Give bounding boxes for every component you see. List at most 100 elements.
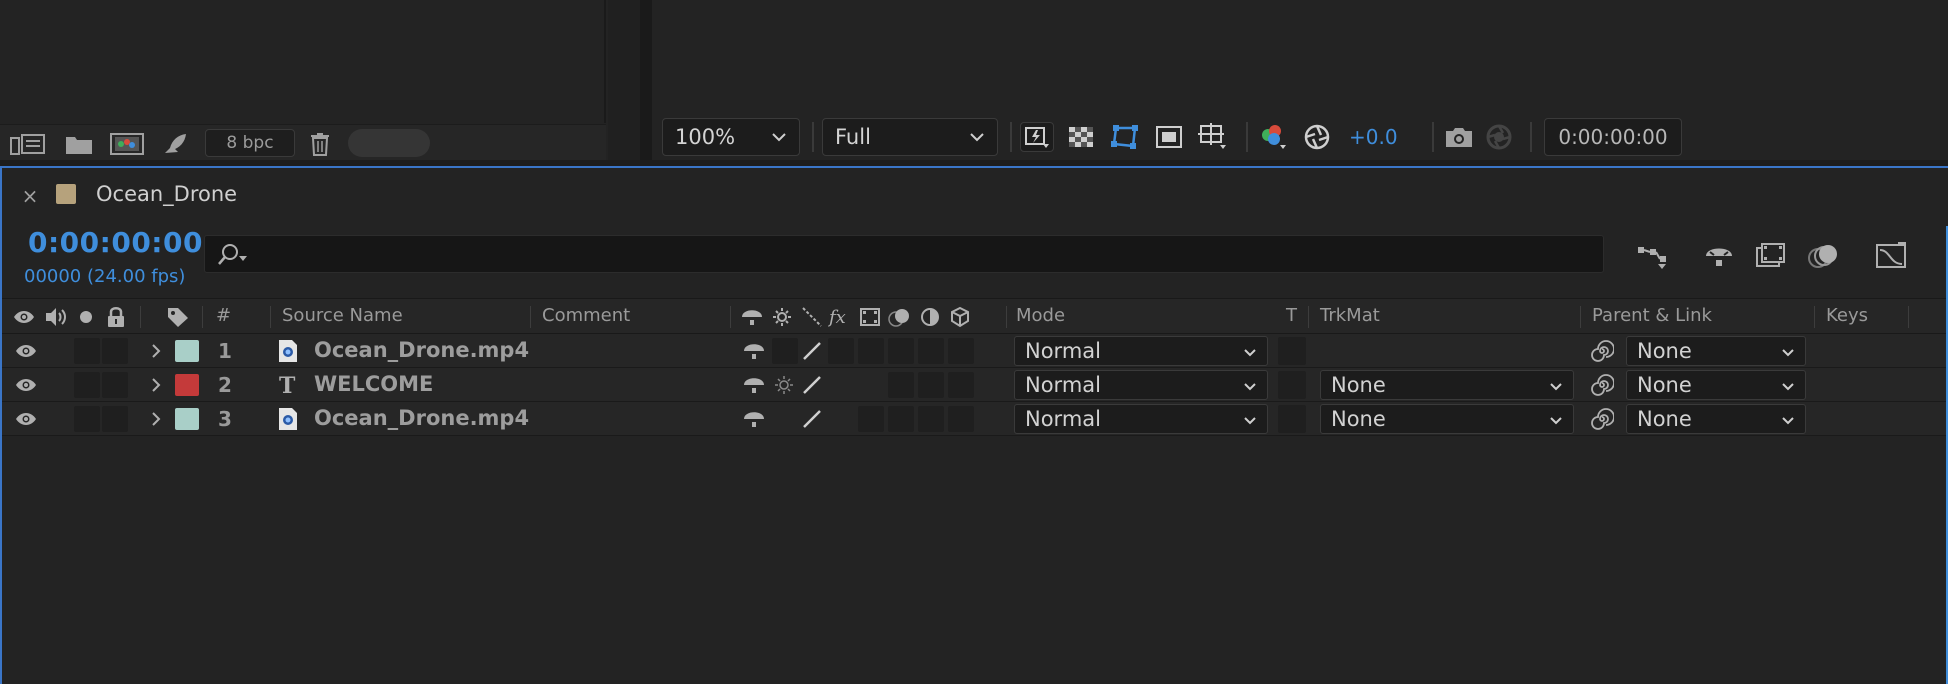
- bit-depth-button[interactable]: 8 bpc: [205, 129, 295, 157]
- video-eye-icon[interactable]: [12, 305, 36, 329]
- solo-toggle[interactable]: [74, 372, 100, 398]
- solo-dot-icon[interactable]: [74, 305, 98, 329]
- shy-switch-icon[interactable]: [740, 372, 768, 398]
- lock-toggle[interactable]: [102, 338, 128, 364]
- column-comment[interactable]: Comment: [542, 305, 630, 326]
- column-mode[interactable]: Mode: [1016, 305, 1065, 326]
- layer-label-color[interactable]: [175, 340, 199, 362]
- layer-search-input[interactable]: [204, 235, 1604, 273]
- column-trkmat[interactable]: TrkMat: [1320, 305, 1380, 326]
- shy-switch-icon[interactable]: [740, 305, 764, 329]
- panel-divider[interactable]: [640, 0, 652, 160]
- grid-guides-icon[interactable]: [1196, 122, 1230, 152]
- frame-blend-toggle[interactable]: [858, 338, 884, 364]
- close-icon[interactable]: ×: [20, 184, 40, 208]
- preserve-transparency-toggle[interactable]: [1278, 371, 1306, 399]
- solo-toggle[interactable]: [74, 338, 100, 364]
- frame-blending-icon[interactable]: [1752, 240, 1790, 272]
- layer-source-name[interactable]: Ocean_Drone.mp4: [314, 338, 529, 362]
- column-keys[interactable]: Keys: [1826, 305, 1868, 326]
- video-eye-icon[interactable]: [12, 406, 40, 432]
- shy-switch-icon[interactable]: [740, 338, 768, 364]
- graph-editor-icon[interactable]: [1872, 240, 1910, 272]
- chevron-right-icon[interactable]: [142, 338, 170, 364]
- zoom-dropdown[interactable]: 100%: [662, 118, 800, 156]
- frame-blend-switch-icon[interactable]: [858, 305, 882, 329]
- pick-whip-icon[interactable]: [1588, 406, 1616, 432]
- chevron-right-icon[interactable]: [142, 406, 170, 432]
- effect-toggle[interactable]: [828, 338, 854, 364]
- collapse-switch-icon[interactable]: [770, 305, 794, 329]
- effect-fx-icon[interactable]: fx: [828, 305, 852, 329]
- layer-label-color[interactable]: [175, 408, 199, 430]
- collapse-toggle[interactable]: [772, 338, 798, 364]
- project-list-area[interactable]: [0, 0, 606, 123]
- transparency-grid-icon[interactable]: [1064, 122, 1098, 152]
- interpret-footage-icon[interactable]: [8, 131, 48, 157]
- solo-toggle[interactable]: [74, 406, 100, 432]
- trash-icon[interactable]: [306, 131, 334, 157]
- take-snapshot-icon[interactable]: [1442, 122, 1476, 152]
- adjustment-layer-icon[interactable]: [918, 305, 942, 329]
- fast-previews-icon[interactable]: [1020, 122, 1054, 152]
- resolution-dropdown[interactable]: Full: [822, 118, 998, 156]
- shy-layers-icon[interactable]: [1700, 240, 1738, 272]
- audio-speaker-icon[interactable]: [44, 305, 68, 329]
- lock-toggle[interactable]: [102, 406, 128, 432]
- lock-icon[interactable]: [104, 305, 128, 329]
- 3d-layer-icon[interactable]: [948, 305, 972, 329]
- 3d-layer-toggle[interactable]: [948, 338, 974, 364]
- motion-blur-toggle[interactable]: [888, 406, 914, 432]
- mode-dropdown[interactable]: Normal: [1014, 370, 1268, 400]
- video-eye-icon[interactable]: [12, 338, 40, 364]
- pick-whip-icon[interactable]: [1588, 372, 1616, 398]
- column-t[interactable]: T: [1286, 305, 1297, 326]
- quality-switch-icon[interactable]: [800, 305, 824, 329]
- show-channel-icon[interactable]: [1256, 122, 1290, 152]
- adjustment-toggle[interactable]: [918, 338, 944, 364]
- quality-switch-icon[interactable]: [798, 406, 826, 432]
- adjustment-toggle[interactable]: [918, 406, 944, 432]
- frame-blend-toggle[interactable]: [858, 406, 884, 432]
- preserve-transparency-toggle[interactable]: [1278, 405, 1306, 433]
- quality-switch-icon[interactable]: [798, 338, 826, 364]
- video-eye-icon[interactable]: [12, 372, 40, 398]
- quality-switch-icon[interactable]: [798, 372, 826, 398]
- composition-flowchart-icon[interactable]: [1634, 240, 1672, 272]
- current-time-display[interactable]: 0:00:00:00: [28, 226, 203, 259]
- shy-switch-icon[interactable]: [740, 406, 768, 432]
- lock-toggle[interactable]: [102, 372, 128, 398]
- viewer-current-time[interactable]: 0:00:00:00: [1544, 118, 1682, 156]
- motion-blur-switch-icon[interactable]: [888, 305, 912, 329]
- 3d-layer-toggle[interactable]: [948, 406, 974, 432]
- thumbnail-size-slider[interactable]: [348, 129, 430, 157]
- parent-dropdown[interactable]: None: [1626, 370, 1806, 400]
- column-number[interactable]: #: [216, 305, 231, 326]
- show-snapshot-icon[interactable]: [1482, 122, 1516, 152]
- new-folder-icon[interactable]: [62, 131, 96, 157]
- column-parent-link[interactable]: Parent & Link: [1592, 305, 1712, 326]
- 3d-layer-toggle[interactable]: [948, 372, 974, 398]
- timeline-tab-title[interactable]: Ocean_Drone: [96, 182, 237, 206]
- reset-exposure-icon[interactable]: [1300, 122, 1334, 152]
- region-of-interest-icon[interactable]: [1152, 122, 1186, 152]
- motion-blur-toggle[interactable]: [888, 338, 914, 364]
- layer-row-3[interactable]: 3 Ocean_Drone.mp4 Normal None None: [2, 402, 1946, 436]
- chevron-right-icon[interactable]: [142, 372, 170, 398]
- motion-blur-icon[interactable]: [1804, 240, 1842, 272]
- project-scrollbar[interactable]: [608, 0, 640, 160]
- adjustment-toggle[interactable]: [918, 372, 944, 398]
- mode-dropdown[interactable]: Normal: [1014, 404, 1268, 434]
- pick-whip-icon[interactable]: [1588, 338, 1616, 364]
- layer-row-1[interactable]: 1 Ocean_Drone.mp4 Normal None: [2, 334, 1946, 368]
- exposure-value[interactable]: +0.0: [1349, 122, 1398, 152]
- layer-source-name[interactable]: Ocean_Drone.mp4: [314, 406, 529, 430]
- layer-row-2[interactable]: 2 T WELCOME Normal None None: [2, 368, 1946, 402]
- render-queue-icon[interactable]: [160, 131, 190, 157]
- motion-blur-toggle[interactable]: [888, 372, 914, 398]
- new-composition-icon[interactable]: [108, 131, 146, 157]
- layer-source-name[interactable]: WELCOME: [314, 372, 433, 396]
- trkmat-dropdown[interactable]: None: [1320, 370, 1574, 400]
- mode-dropdown[interactable]: Normal: [1014, 336, 1268, 366]
- parent-dropdown[interactable]: None: [1626, 404, 1806, 434]
